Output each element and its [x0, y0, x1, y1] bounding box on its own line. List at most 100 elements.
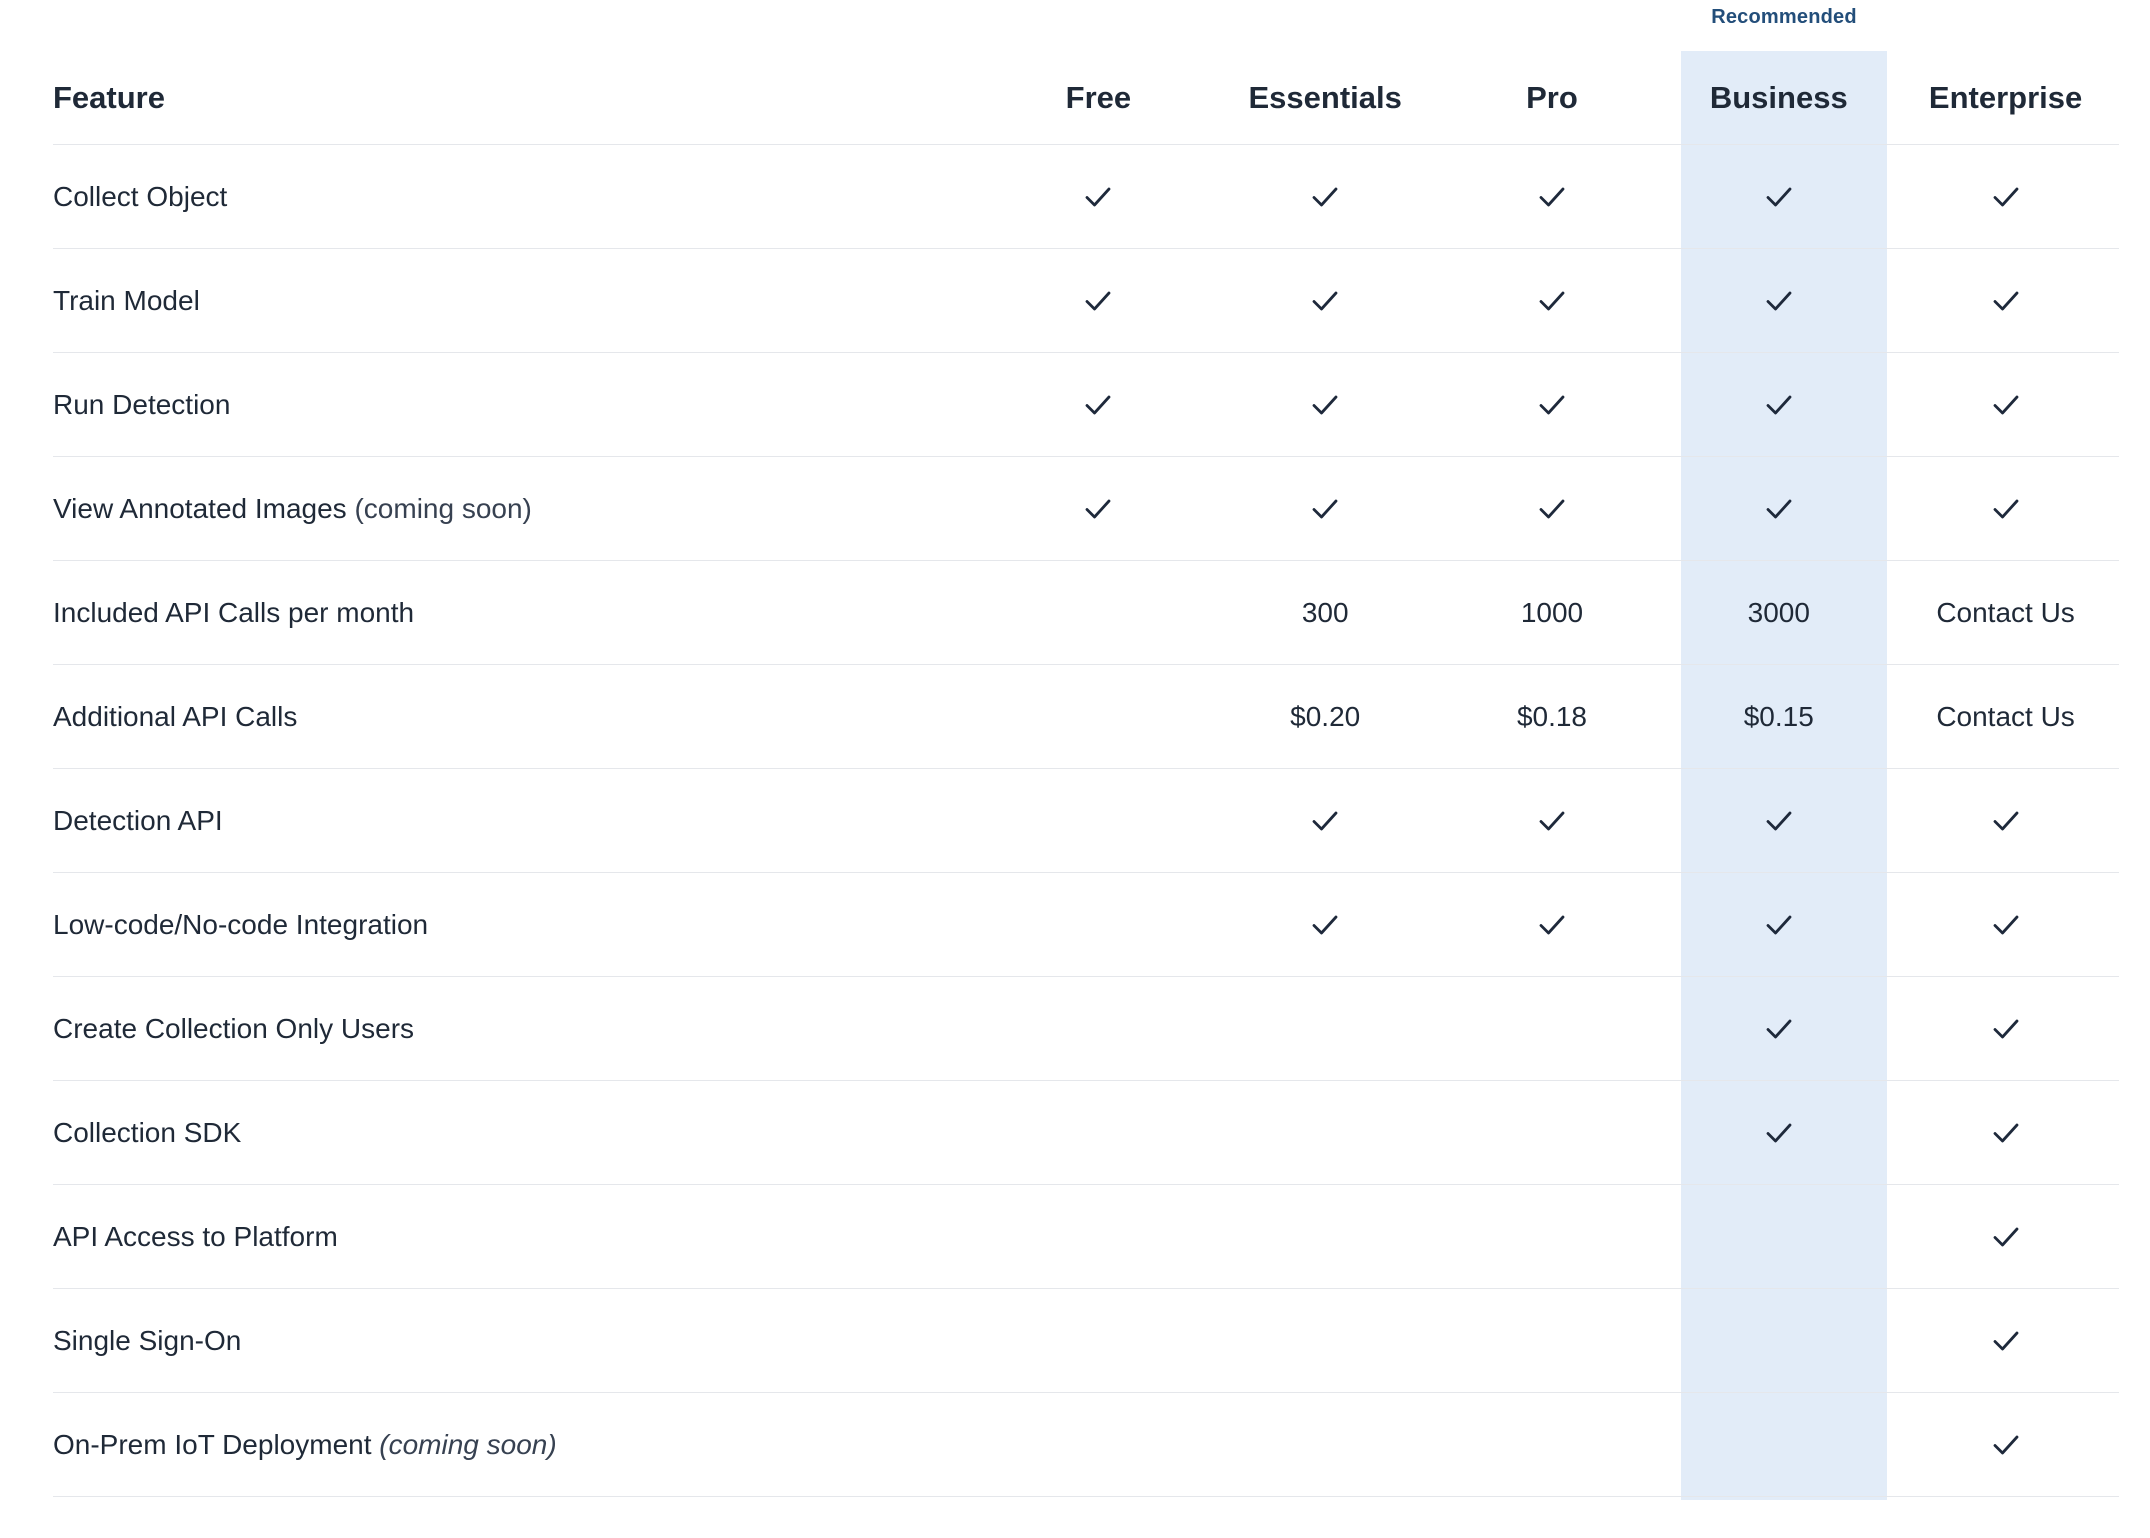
check-icon: [1538, 497, 1566, 521]
table-row: Additional API Calls $0.20 $0.18 $0.15 Conta…: [53, 665, 2119, 769]
check-icon: [1992, 289, 2020, 313]
feature-label: Create Collection Only Users: [53, 1012, 415, 1044]
feature-comparison-table: Feature Free Essentials Pro Business Ent…: [53, 51, 2119, 1497]
feature-cell: Low-code/No-code Integration: [53, 909, 985, 941]
plan-cell-enterprise: [1892, 497, 2119, 521]
check-icon: [1084, 393, 1112, 417]
check-icon: [1084, 289, 1112, 313]
check-icon: [1992, 1329, 2020, 1353]
plan-cell-enterprise: Contact Us: [1892, 701, 2119, 733]
check-icon: [1084, 497, 1112, 521]
plan-cell-pro: [1439, 185, 1666, 209]
plan-cell-free: [985, 393, 1212, 417]
table-row: Collection SDK: [53, 1081, 2119, 1185]
plan-cell-business: 3000: [1665, 597, 1892, 629]
plan-value: $0.18: [1516, 700, 1588, 732]
check-icon: [1765, 185, 1793, 209]
plan-cell-free: [985, 289, 1212, 313]
feature-label: On-Prem IoT Deployment: [53, 1428, 372, 1460]
feature-cell: Detection API: [53, 805, 985, 837]
feature-cell: Additional API Calls: [53, 701, 985, 733]
feature-cell: Train Model: [53, 285, 985, 317]
check-icon: [1765, 289, 1793, 313]
feature-label: Collection SDK: [53, 1116, 242, 1148]
plan-cell-enterprise: [1892, 289, 2119, 313]
plan-cell-business: [1665, 1017, 1892, 1041]
feature-column-header: Feature: [53, 79, 165, 115]
plan-value: Contact Us: [1936, 596, 2075, 628]
plan-header-enterprise: Enterprise: [1928, 79, 2083, 115]
check-icon: [1992, 1433, 2020, 1457]
check-icon: [1765, 393, 1793, 417]
check-icon: [1765, 809, 1793, 833]
plan-cell-enterprise: [1892, 393, 2119, 417]
plan-cell-business: [1665, 393, 1892, 417]
check-icon: [1311, 913, 1339, 937]
plan-cell-enterprise: [1892, 809, 2119, 833]
feature-cell: Single Sign-On: [53, 1325, 985, 1357]
feature-note: (coming soon): [354, 492, 532, 524]
check-icon: [1765, 1017, 1793, 1041]
feature-label: Single Sign-On: [53, 1324, 242, 1356]
plan-cell-enterprise: [1892, 1329, 2119, 1353]
check-icon: [1311, 497, 1339, 521]
plan-value: 1000: [1520, 596, 1584, 628]
plan-cell-business: [1665, 185, 1892, 209]
feature-label: Detection API: [53, 804, 223, 836]
plan-cell-business: [1665, 809, 1892, 833]
feature-cell: Collection SDK: [53, 1117, 985, 1149]
table-header-row: Feature Free Essentials Pro Business Ent…: [53, 51, 2119, 145]
check-icon: [1992, 1017, 2020, 1041]
plan-cell-enterprise: [1892, 913, 2119, 937]
plan-cell-enterprise: [1892, 1017, 2119, 1041]
plan-cell-pro: [1439, 809, 1666, 833]
table-row: API Access to Platform: [53, 1185, 2119, 1289]
check-icon: [1311, 185, 1339, 209]
plan-header-pro: Pro: [1526, 79, 1578, 115]
feature-cell: Create Collection Only Users: [53, 1013, 985, 1045]
plan-value: Contact Us: [1936, 700, 2075, 732]
plan-value: 300: [1301, 596, 1349, 628]
plan-cell-essentials: [1212, 497, 1439, 521]
check-icon: [1765, 1121, 1793, 1145]
feature-note: (coming soon): [379, 1428, 557, 1460]
table-body: Collect Object Train Model Run Detection Vi…: [53, 145, 2119, 1497]
feature-label: API Access to Platform: [53, 1220, 338, 1252]
feature-cell: API Access to Platform: [53, 1221, 985, 1253]
plan-header-business: Business: [1709, 79, 1848, 115]
pricing-comparison-page: Recommended Feature Free Essentials Pro …: [0, 0, 2150, 1538]
plan-cell-enterprise: [1892, 1433, 2119, 1457]
plan-cell-essentials: 300: [1212, 597, 1439, 629]
plan-cell-enterprise: [1892, 1225, 2119, 1249]
recommended-badge: Recommended: [1711, 6, 1857, 28]
check-icon: [1538, 289, 1566, 313]
check-icon: [1992, 393, 2020, 417]
check-icon: [1765, 497, 1793, 521]
table-row: Included API Calls per month 300 1000 3000 C…: [53, 561, 2119, 665]
check-icon: [1765, 913, 1793, 937]
plan-value: 3000: [1747, 596, 1810, 628]
plan-cell-business: [1665, 289, 1892, 313]
feature-cell: Included API Calls per month: [53, 597, 985, 629]
check-icon: [1992, 1121, 2020, 1145]
plan-header-free: Free: [1065, 79, 1132, 115]
plan-cell-pro: $0.18: [1439, 701, 1666, 733]
table-row: Run Detection: [53, 353, 2119, 457]
check-icon: [1992, 913, 2020, 937]
check-icon: [1538, 809, 1566, 833]
plan-cell-business: $0.15: [1665, 701, 1892, 733]
check-icon: [1538, 913, 1566, 937]
feature-cell: Run Detection: [53, 389, 985, 421]
table-row: On-Prem IoT Deployment (coming soon): [53, 1393, 2119, 1497]
plan-cell-essentials: $0.20: [1212, 701, 1439, 733]
table-row: Low-code/No-code Integration: [53, 873, 2119, 977]
check-icon: [1992, 1225, 2020, 1249]
feature-cell: View Annotated Images (coming soon): [53, 493, 985, 525]
feature-label: Low-code/No-code Integration: [53, 908, 429, 940]
feature-label: Collect Object: [53, 180, 228, 212]
feature-label: Run Detection: [53, 388, 231, 420]
check-icon: [1992, 497, 2020, 521]
check-icon: [1311, 809, 1339, 833]
feature-label: Included API Calls per month: [53, 596, 415, 628]
plan-cell-free: [985, 185, 1212, 209]
